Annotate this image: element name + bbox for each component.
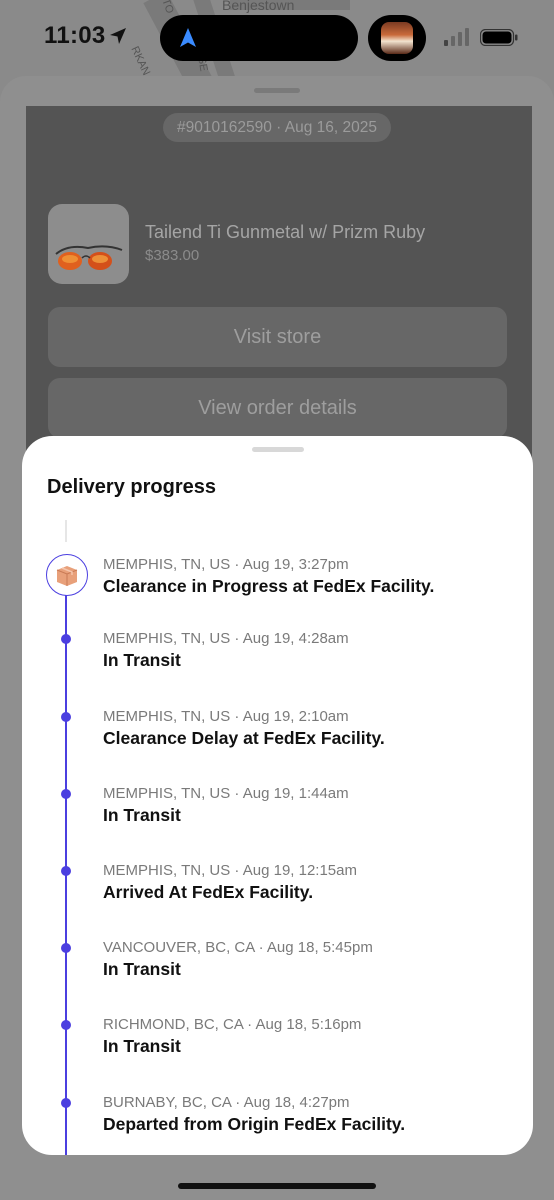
timeline-dot (61, 943, 71, 953)
event-meta: MEMPHIS, TN, US · Aug 19, 4:28am (103, 630, 349, 647)
sheet-title: Delivery progress (47, 476, 216, 498)
delivery-progress-sheet[interactable]: Delivery progress MEMPHIS, TN, US · Aug … (22, 436, 533, 1155)
timeline-event: BURNABY, BC, CA · Aug 18, 4:27pm Departe… (103, 1094, 523, 1135)
event-meta: VANCOUVER, BC, CA · Aug 18, 5:45pm (103, 939, 373, 956)
event-status: In Transit (103, 805, 181, 825)
timeline-event: MEMPHIS, TN, US · Aug 19, 4:28am In Tran… (103, 630, 523, 671)
timeline-dot (61, 1098, 71, 1108)
navigation-icon (180, 28, 196, 47)
event-status: Clearance in Progress at FedEx Facility. (103, 576, 435, 596)
product-image[interactable] (48, 204, 129, 284)
timeline-event: RICHMOND, BC, CA · Aug 18, 5:16pm In Tra… (103, 1016, 523, 1057)
package-icon (56, 566, 78, 586)
live-activity-app-icon[interactable] (368, 15, 426, 61)
status-bar: 11:03 (0, 0, 554, 76)
app-thumbnail (381, 22, 413, 54)
product-title: Tailend Ti Gunmetal w/ Prizm Ruby (145, 222, 426, 242)
sheet-grabber[interactable] (252, 447, 304, 452)
sunglasses-image (55, 245, 123, 270)
event-meta: MEMPHIS, TN, US · Aug 19, 2:10am (103, 708, 349, 725)
timeline-event: MEMPHIS, TN, US · Aug 19, 2:10am Clearan… (103, 708, 523, 749)
timeline-event: MEMPHIS, TN, US · Aug 19, 3:27pm Clearan… (103, 556, 523, 597)
event-status: Clearance Delay at FedEx Facility. (103, 728, 385, 748)
timeline-fade (65, 520, 67, 542)
event-status: In Transit (103, 650, 181, 670)
timeline-dot (61, 1020, 71, 1030)
event-meta: RICHMOND, BC, CA · Aug 18, 5:16pm (103, 1016, 362, 1033)
clock-time: 11:03 (44, 22, 106, 49)
timeline-dot (61, 712, 71, 722)
home-indicator[interactable] (178, 1183, 376, 1189)
timeline-event: MEMPHIS, TN, US · Aug 19, 1:44am In Tran… (103, 785, 523, 826)
event-status: Departed from Origin FedEx Facility. (103, 1114, 406, 1134)
event-meta: MEMPHIS, TN, US · Aug 19, 12:15am (103, 862, 357, 879)
visit-store-button[interactable]: Visit store (48, 307, 507, 367)
order-number-badge: #9010162590 · Aug 16, 2025 (163, 113, 391, 142)
location-arrow-icon (110, 28, 126, 44)
event-status: In Transit (103, 959, 181, 979)
event-meta: MEMPHIS, TN, US · Aug 19, 3:27pm (103, 556, 349, 573)
timeline-dot (61, 866, 71, 876)
event-status: Arrived At FedEx Facility. (103, 882, 314, 902)
event-meta: MEMPHIS, TN, US · Aug 19, 1:44am (103, 785, 349, 802)
timeline-event: MEMPHIS, TN, US · Aug 19, 12:15am Arrive… (103, 862, 523, 903)
signal-icon (444, 28, 469, 46)
card-grabber[interactable] (254, 88, 300, 93)
battery-icon (480, 29, 518, 46)
timeline-event: VANCOUVER, BC, CA · Aug 18, 5:45pm In Tr… (103, 939, 523, 980)
dynamic-island[interactable] (160, 15, 358, 61)
view-order-details-button[interactable]: View order details (48, 378, 507, 438)
product-price: $383.00 (145, 247, 200, 264)
event-meta: BURNABY, BC, CA · Aug 18, 4:27pm (103, 1094, 350, 1111)
current-status-marker (46, 554, 88, 596)
timeline-dot (61, 789, 71, 799)
timeline-dot (61, 634, 71, 644)
event-status: In Transit (103, 1036, 181, 1056)
